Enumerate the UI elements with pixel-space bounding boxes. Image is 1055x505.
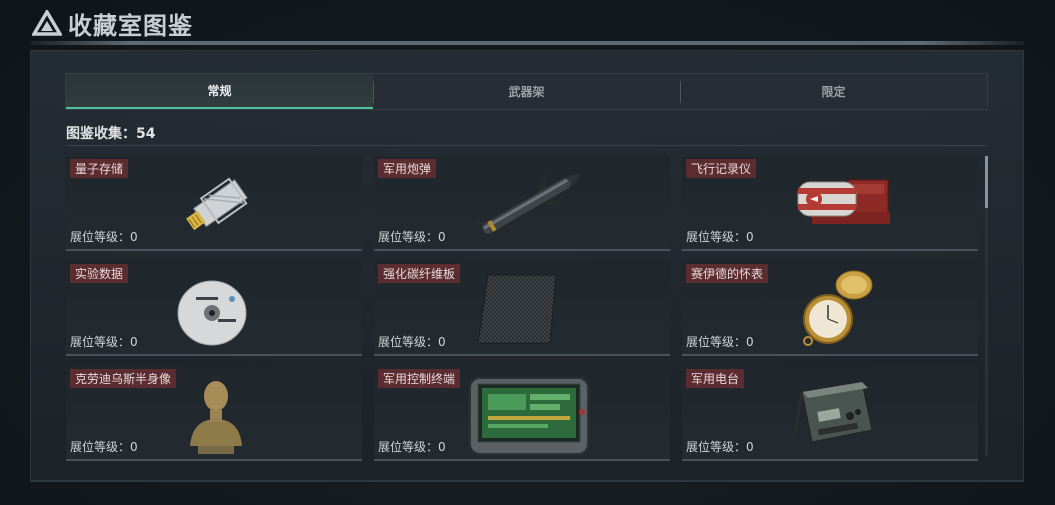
flight-recorder-icon <box>797 179 890 224</box>
collection-count: 图鉴收集：54 <box>66 126 156 142</box>
item-name: 军用电台 <box>686 369 745 388</box>
item-name: 军用控制终端 <box>378 369 461 388</box>
item-card[interactable]: 军用炮弹 展位等级：0 <box>374 156 670 251</box>
item-name: 克劳迪乌斯半身像 <box>70 369 177 388</box>
display-level: 展位等级：0 <box>70 230 138 244</box>
tab-regular[interactable]: 常规 <box>66 74 373 109</box>
item-card[interactable]: 军用控制终端 展位等级：0 <box>374 366 670 461</box>
title-bar: 收藏室图鉴 <box>0 0 1055 46</box>
item-card[interactable]: 赛伊德的怀表 展位等级：0 <box>682 261 978 356</box>
display-level: 展位等级：0 <box>378 335 446 349</box>
usb-drive-icon <box>186 177 248 231</box>
collection-panel: 常规 武器架 限定 图鉴收集：54 量子存储 展位等级：0 军用炮弹 展位等级：… <box>30 50 1024 482</box>
display-level: 展位等级：0 <box>378 230 446 244</box>
disc-icon <box>177 280 247 346</box>
pocket-watch-icon <box>803 270 873 346</box>
tab-limited[interactable]: 限定 <box>680 74 987 109</box>
item-card[interactable]: 军用电台 展位等级：0 <box>682 366 978 461</box>
item-card[interactable]: 克劳迪乌斯半身像 展位等级：0 <box>66 366 362 461</box>
display-level: 展位等级：0 <box>686 230 754 244</box>
missile-icon <box>471 172 582 234</box>
item-card[interactable]: 强化碳纤维板 展位等级：0 <box>374 261 670 356</box>
display-level: 展位等级：0 <box>378 440 446 454</box>
item-name: 实验数据 <box>70 264 129 283</box>
triangle-logo-icon <box>32 10 62 36</box>
collection-screen: 收藏室图鉴 常规 武器架 限定 图鉴收集：54 量子存储 展位等级：0 军用炮弹… <box>0 0 1055 505</box>
page-title: 收藏室图鉴 <box>68 12 193 40</box>
item-name: 量子存储 <box>70 159 129 178</box>
item-grid: 量子存储 展位等级：0 军用炮弹 展位等级：0 飞行记录仪 展位等级：0 实验数… <box>66 156 978 461</box>
scrollbar-thumb[interactable] <box>985 156 988 208</box>
item-card[interactable]: 飞行记录仪 展位等级：0 <box>682 156 978 251</box>
radio-icon <box>792 381 873 443</box>
item-name: 赛伊德的怀表 <box>686 264 769 283</box>
display-level: 展位等级：0 <box>686 440 754 454</box>
title-divider <box>30 41 1024 45</box>
grid-scrollbar[interactable] <box>985 156 988 456</box>
tab-bar: 常规 武器架 限定 <box>65 73 988 110</box>
display-level: 展位等级：0 <box>70 335 138 349</box>
display-level: 展位等级：0 <box>70 440 138 454</box>
control-terminal-icon <box>469 377 589 455</box>
divider <box>66 145 986 146</box>
item-card[interactable]: 量子存储 展位等级：0 <box>66 156 362 251</box>
carbon-plate-icon <box>477 274 557 344</box>
display-level: 展位等级：0 <box>686 335 754 349</box>
item-name: 飞行记录仪 <box>686 159 757 178</box>
item-name: 军用炮弹 <box>378 159 437 178</box>
tab-weapon-rack[interactable]: 武器架 <box>373 74 680 109</box>
item-card[interactable]: 实验数据 展位等级：0 <box>66 261 362 356</box>
item-name: 强化碳纤维板 <box>378 264 461 283</box>
